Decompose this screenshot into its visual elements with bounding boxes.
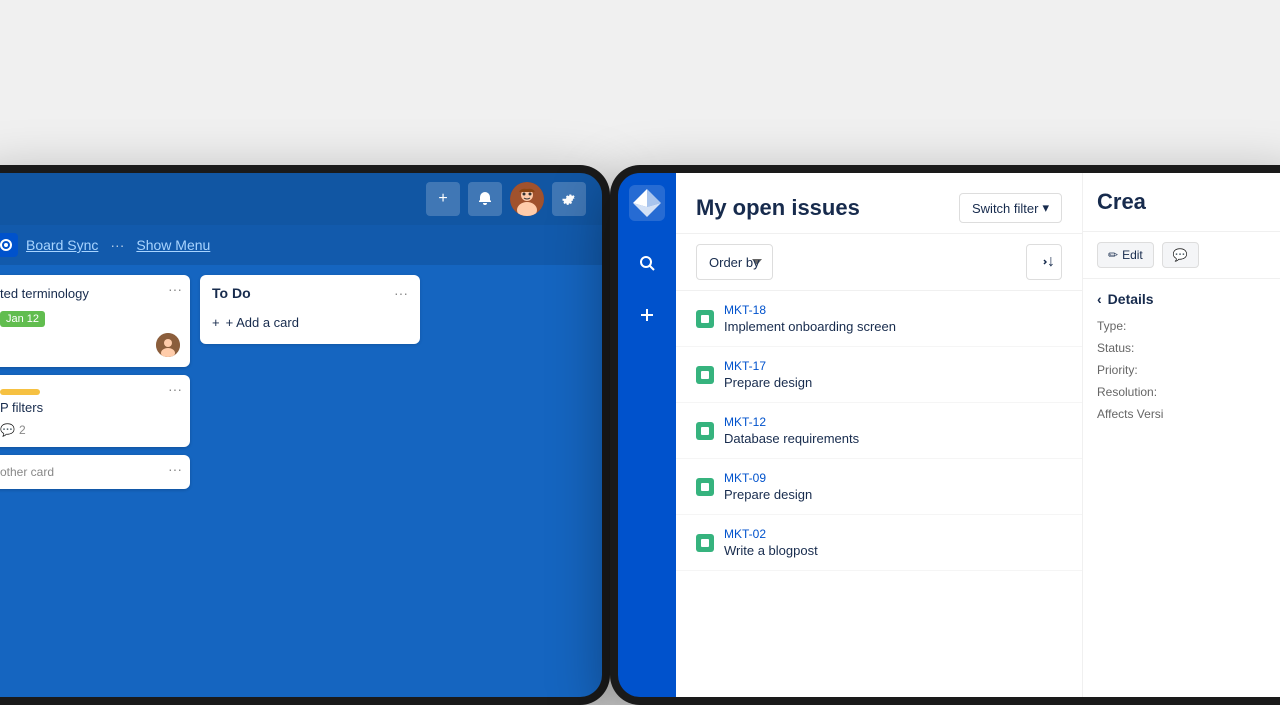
issue-summary-4: Write a blogpost [724,543,1062,558]
issue-item-1[interactable]: MKT-17 Prepare design [676,347,1082,403]
issue-list: MKT-18 Implement onboarding screen MKT-1… [676,291,1082,697]
card-1-footer [0,333,180,357]
show-menu-link[interactable]: Show Menu [136,237,210,253]
comment-icon-detail: 💬 [1173,248,1188,262]
issue-type-icon-3 [696,478,714,496]
details-label: Details [1108,291,1154,307]
settings-button[interactable] [552,182,586,216]
issue-item-2[interactable]: MKT-12 Database requirements [676,403,1082,459]
jira-toolbar: Order by Priority Created Updated ↓ [676,234,1082,291]
edit-label: Edit [1122,248,1143,262]
jira-page-title: My open issues [696,195,943,221]
jira-header: My open issues Switch filter ▾ [676,173,1082,234]
order-by-select[interactable]: Order by Priority Created Updated [696,244,773,280]
details-section-title: ‹ Details [1083,279,1280,315]
jira-logo [629,185,665,221]
add-card-button[interactable]: + + Add a card [212,311,408,334]
card-1-tag: Jan 12 [0,311,45,327]
type-label: Type: [1097,319,1187,333]
issue-info-4: MKT-02 Write a blogpost [724,527,1062,558]
issue-item-0[interactable]: MKT-18 Implement onboarding screen [676,291,1082,347]
jira-sidebar [618,173,676,697]
issue-type-icon-2 [696,422,714,440]
card-2-comment: 💬 2 [0,423,180,437]
issue-key-2[interactable]: MKT-12 [724,415,1062,429]
board-sync-bar: Board Sync ··· Show Menu [0,225,602,265]
left-tablet: + [0,165,610,705]
board-sync-link[interactable]: Board Sync [26,237,98,253]
cards-column-1: ··· ted terminology Jan 12 [0,275,190,687]
left-tablet-screen: + [0,173,602,697]
resolution-label: Resolution: [1097,385,1187,399]
issue-key-3[interactable]: MKT-09 [724,471,1062,485]
add-card-plus-icon: + [212,315,220,330]
detail-field-priority: Priority: [1083,359,1280,381]
card-1-dots[interactable]: ··· [168,281,182,297]
user-avatar[interactable] [510,182,544,216]
notifications-button[interactable] [468,182,502,216]
card-2-dots[interactable]: ··· [168,381,182,397]
issue-item-4[interactable]: MKT-02 Write a blogpost [676,515,1082,571]
detail-field-status: Status: [1083,337,1280,359]
switch-filter-chevron: ▾ [1042,200,1049,216]
issue-type-icon-1 [696,366,714,384]
issue-key-0[interactable]: MKT-18 [724,303,1062,317]
status-label: Status: [1097,341,1187,355]
card-2-yellow-bar [0,389,40,395]
chevron-left-icon: ‹ [1097,291,1102,307]
issue-summary-3: Prepare design [724,487,1062,502]
card-3[interactable]: ··· other card [0,455,190,489]
right-tablet-screen: My open issues Switch filter ▾ Order by … [618,173,1280,697]
card-3-dots[interactable]: ··· [168,461,182,477]
todo-column-title: To Do [212,285,251,301]
trello-header: + [0,173,602,225]
issue-info-3: MKT-09 Prepare design [724,471,1062,502]
add-card-label: + Add a card [226,315,299,330]
todo-column-dots[interactable]: ··· [394,285,408,301]
affects-label: Affects Versi [1097,407,1187,421]
card-3-title: other card [0,465,180,479]
issue-info-1: MKT-17 Prepare design [724,359,1062,390]
issue-key-4[interactable]: MKT-02 [724,527,1062,541]
card-2[interactable]: ··· P filters 💬 2 [0,375,190,447]
issue-info-0: MKT-18 Implement onboarding screen [724,303,1062,334]
board-sync-dots: ··· [110,237,124,253]
issue-item-3[interactable]: MKT-09 Prepare design [676,459,1082,515]
board-sync-icon [0,233,18,257]
detail-comment-button[interactable]: 💬 [1162,242,1199,268]
switch-filter-label: Switch filter [972,201,1038,216]
comment-icon: 💬 [0,423,15,437]
detail-field-resolution: Resolution: [1083,381,1280,403]
board-area: ··· ted terminology Jan 12 [0,265,602,697]
detail-field-type: Type: [1083,315,1280,337]
card-1-avatar [156,333,180,357]
sidebar-add-icon[interactable] [629,297,665,333]
issue-type-icon-4 [696,534,714,552]
card-2-title: P filters [0,399,180,417]
issue-info-2: MKT-12 Database requirements [724,415,1062,446]
pencil-icon: ✏ [1108,248,1118,262]
detail-field-affects: Affects Versi [1083,403,1280,425]
sort-direction-button[interactable]: ↓ [1026,244,1062,280]
detail-actions: ✏ Edit 💬 [1083,232,1280,279]
sidebar-search-icon[interactable] [629,245,665,281]
add-button[interactable]: + [426,182,460,216]
issue-summary-1: Prepare design [724,375,1062,390]
todo-column: To Do ··· + + Add a card [200,275,420,687]
detail-edit-button[interactable]: ✏ Edit [1097,242,1154,268]
switch-filter-button[interactable]: Switch filter ▾ [959,193,1062,223]
card-1-title: ted terminology [0,285,180,303]
jira-main-panel: My open issues Switch filter ▾ Order by … [676,173,1082,697]
issue-type-icon-0 [696,310,714,328]
jira-detail-panel: Crea ✏ Edit 💬 ‹ Details Type: Status: [1082,173,1280,697]
detail-create-header: Crea [1083,173,1280,232]
issue-key-1[interactable]: MKT-17 [724,359,1062,373]
issue-summary-2: Database requirements [724,431,1062,446]
issue-summary-0: Implement onboarding screen [724,319,1062,334]
comment-count: 2 [19,423,26,437]
card-1[interactable]: ··· ted terminology Jan 12 [0,275,190,367]
priority-label: Priority: [1097,363,1187,377]
right-tablet: My open issues Switch filter ▾ Order by … [610,165,1280,705]
